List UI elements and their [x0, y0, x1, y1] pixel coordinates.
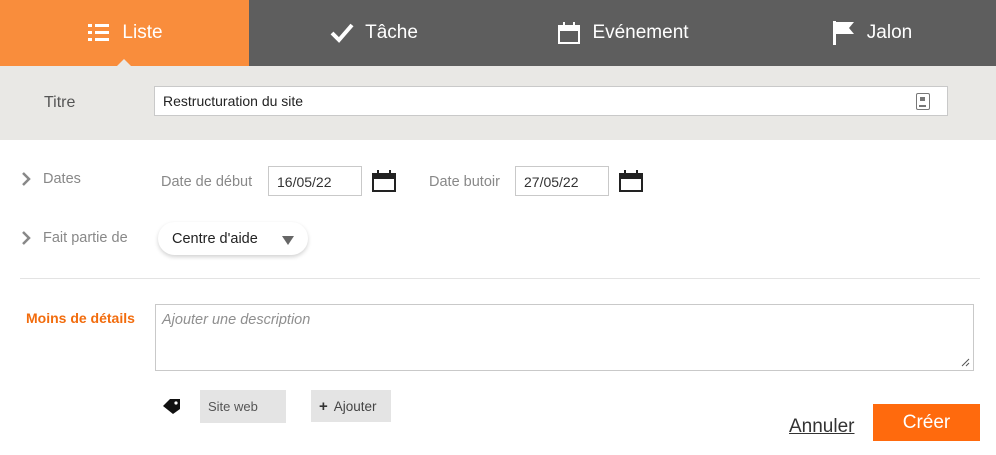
part-of-select[interactable]: Centre d'aide	[158, 222, 308, 255]
title-section: Titre Restructuration du site	[0, 66, 996, 140]
title-label: Titre	[44, 94, 76, 111]
check-icon	[329, 20, 355, 46]
part-of-label: Fait partie de	[43, 230, 128, 246]
list-icon	[86, 20, 112, 46]
add-tag-label: Ajouter	[333, 398, 377, 414]
part-of-toggle[interactable]: Fait partie de	[22, 230, 128, 246]
calendar-icon	[556, 20, 582, 46]
tab-jalon[interactable]: Jalon	[747, 0, 996, 66]
tag-icon	[163, 399, 180, 414]
resize-handle-icon[interactable]	[961, 358, 970, 367]
add-tag-button[interactable]: + Ajouter	[311, 390, 391, 422]
dates-toggle[interactable]: Dates	[22, 171, 81, 187]
tab-label: Tâche	[365, 22, 418, 43]
caret-down-icon	[282, 236, 294, 245]
divider	[20, 278, 980, 279]
due-date-label: Date butoir	[429, 174, 500, 190]
create-button[interactable]: Créer	[873, 404, 980, 441]
tab-liste[interactable]: Liste	[0, 0, 249, 66]
document-icon[interactable]	[916, 93, 930, 110]
tab-evenement[interactable]: Evénement	[498, 0, 747, 66]
description-textarea[interactable]: Ajouter une description	[155, 304, 974, 371]
title-value: Restructuration du site	[163, 93, 304, 109]
tab-tache[interactable]: Tâche	[249, 0, 498, 66]
start-date-label: Date de début	[161, 174, 253, 190]
less-details-link[interactable]: Moins de détails	[26, 310, 135, 326]
flag-icon	[831, 20, 857, 46]
dates-label: Dates	[43, 171, 81, 187]
plus-icon: +	[319, 397, 328, 415]
tab-label: Jalon	[866, 22, 913, 43]
tab-label: Evénement	[592, 22, 689, 43]
tab-bar: Liste Tâche Evénement Jalon	[0, 0, 996, 66]
tag-chip[interactable]: Site web	[200, 390, 286, 423]
chevron-right-icon	[22, 231, 31, 245]
chevron-right-icon	[22, 172, 31, 186]
tab-label: Liste	[122, 22, 163, 43]
due-date-input[interactable]: 27/05/22	[515, 166, 609, 196]
start-date-input[interactable]: 16/05/22	[268, 166, 362, 196]
calendar-icon[interactable]	[372, 170, 396, 192]
description-placeholder: Ajouter une description	[162, 312, 311, 328]
cancel-link[interactable]: Annuler	[789, 416, 855, 438]
part-of-selected: Centre d'aide	[172, 230, 258, 247]
title-input[interactable]: Restructuration du site	[154, 86, 948, 116]
calendar-icon[interactable]	[619, 170, 643, 192]
